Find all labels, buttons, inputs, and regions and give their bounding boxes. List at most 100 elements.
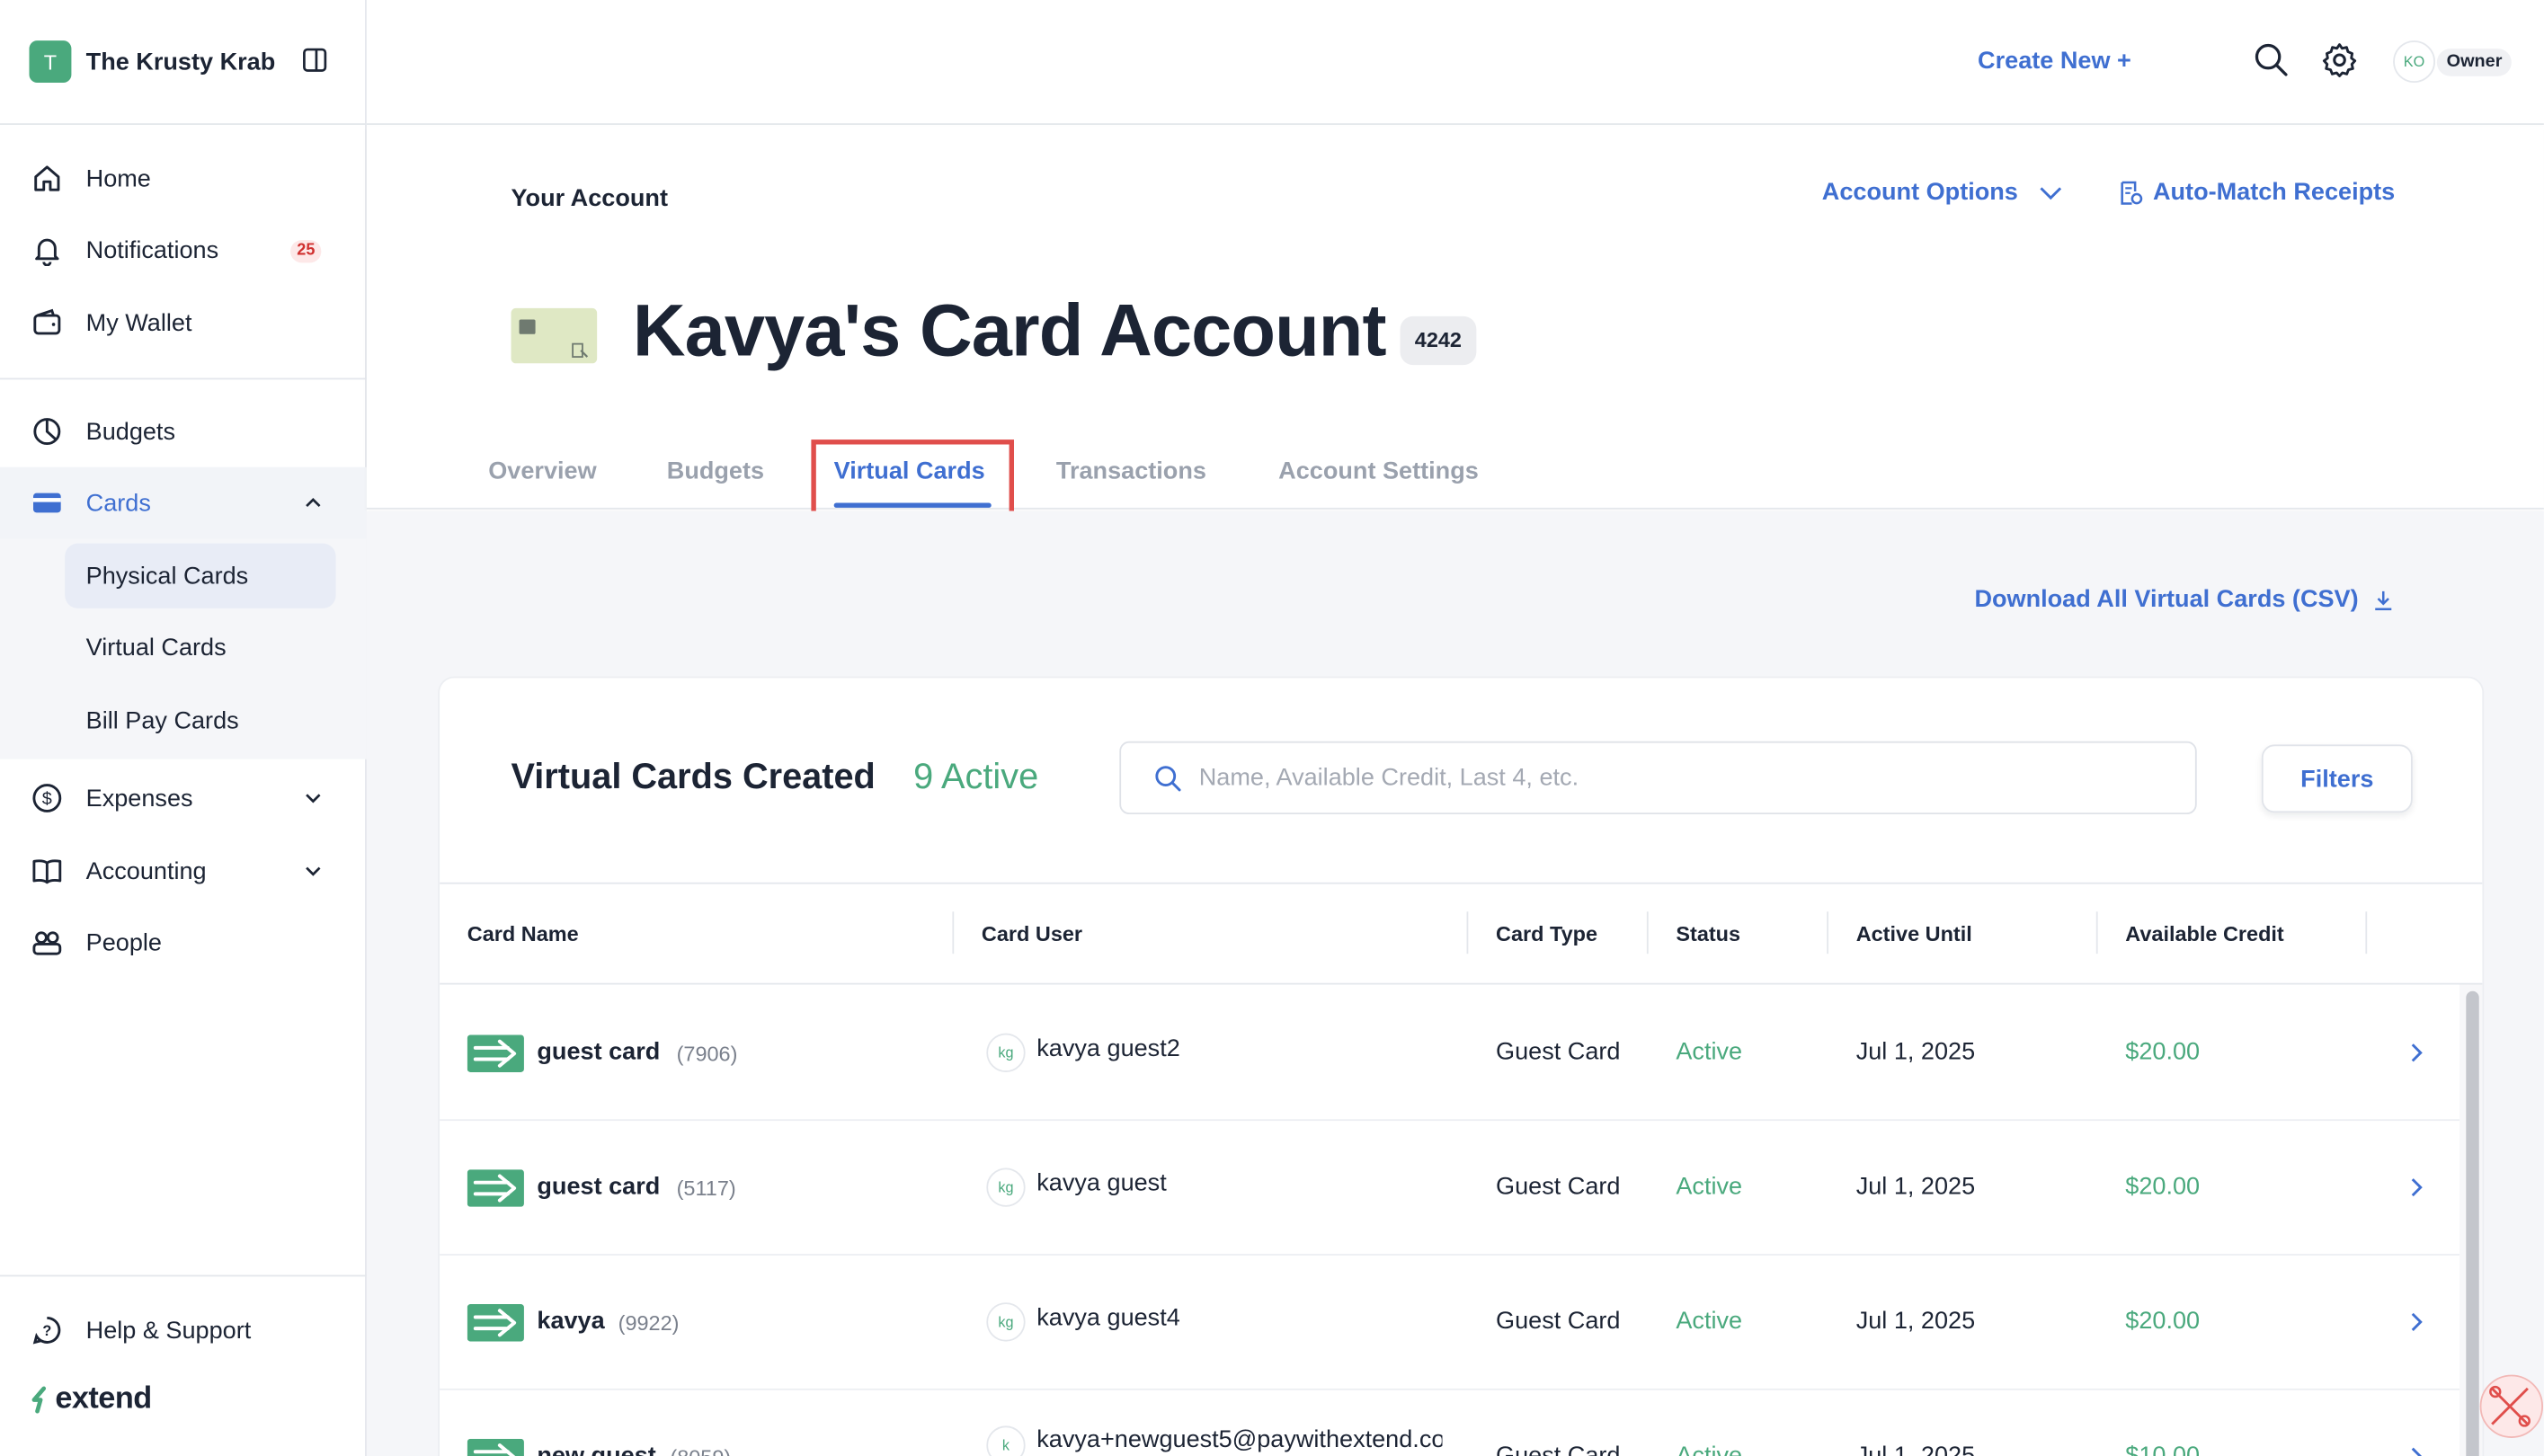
receipt-icon — [2121, 180, 2143, 204]
download-icon — [2374, 590, 2391, 610]
download-csv-link[interactable]: Download All Virtual Cards (CSV) — [1974, 586, 2394, 613]
chevron-down-icon — [2040, 186, 2061, 200]
sidebar-item-cards[interactable]: Cards — [0, 466, 367, 539]
card-name: kavya — [537, 1307, 605, 1336]
create-new-button[interactable]: Create New + — [1978, 47, 2131, 75]
column-header-available-credit[interactable]: Available Credit — [2125, 921, 2283, 946]
sidebar-item-label: My Wallet — [85, 308, 192, 337]
topbar: Create New + KO Owner — [366, 0, 2544, 125]
filters-button[interactable]: Filters — [2261, 744, 2413, 813]
svg-text:$: $ — [42, 789, 52, 809]
active-until: Jul 1, 2025 — [1855, 1038, 1976, 1066]
page-title: Kavya's Card Account — [632, 289, 1387, 372]
sidebar-subitem-physical-cards[interactable]: Physical Cards — [65, 543, 336, 608]
card-last4: (8059) — [670, 1445, 731, 1456]
auto-match-receipts-button[interactable]: Auto-Match Receipts — [2119, 178, 2396, 207]
sidebar-item-my-wallet[interactable]: My Wallet — [0, 287, 367, 358]
sidebar-item-expenses[interactable]: $ Expenses — [0, 762, 367, 833]
wallet-icon — [29, 305, 65, 341]
available-credit: $20.00 — [2125, 1172, 2201, 1201]
home-icon — [29, 161, 65, 197]
chevron-right-icon[interactable] — [2406, 1175, 2426, 1201]
auto-match-label: Auto-Match Receipts — [2152, 178, 2396, 207]
search-icon[interactable] — [2254, 42, 2290, 78]
chevron-down-icon — [306, 794, 321, 803]
scrollbar-thumb[interactable] — [2466, 990, 2479, 1456]
column-header-active-until[interactable]: Active Until — [1856, 921, 1972, 946]
dev-tools-icon[interactable] — [2479, 1363, 2544, 1456]
column-header-card-type[interactable]: Card Type — [1496, 921, 1597, 946]
card-type: Guest Card — [1496, 1038, 1620, 1066]
table-row[interactable]: guest card (7906) kg kavya guest2 Guest … — [440, 986, 2460, 1122]
column-divider — [952, 911, 955, 954]
search-icon — [1155, 766, 1181, 792]
table-row[interactable]: kavya (9922) kg kavya guest4 Guest Card … — [440, 1256, 2460, 1390]
column-divider — [1827, 911, 1829, 954]
available-credit: $10.00 — [2125, 1442, 2201, 1456]
sidebar-item-label: People — [85, 928, 162, 956]
card-image — [511, 307, 598, 364]
user-avatar: kg — [986, 1167, 1026, 1207]
card-last4: (9922) — [618, 1310, 680, 1336]
brand-name: extend — [55, 1381, 152, 1416]
org-switcher[interactable]: T The Krusty Krab — [29, 40, 275, 84]
sidebar: T The Krusty Krab Home Notifications 25 … — [0, 0, 367, 1456]
sidebar-toggle-icon[interactable] — [302, 47, 328, 73]
chevron-right-icon[interactable] — [2406, 1443, 2426, 1456]
account-options-dropdown[interactable]: Account Options — [1821, 178, 2064, 207]
table-row[interactable]: guest card (5117) kg kavya guest Guest C… — [440, 1121, 2460, 1256]
sidebar-subitem-bill-pay-cards[interactable]: Bill Pay Cards — [65, 688, 335, 752]
column-header-card-user[interactable]: Card User — [982, 921, 1082, 946]
card-name: guest card — [537, 1172, 661, 1201]
card-name: new guest — [537, 1442, 656, 1456]
sidebar-divider — [0, 123, 367, 125]
chevron-right-icon[interactable] — [2406, 1040, 2426, 1066]
sidebar-item-people[interactable]: People — [0, 907, 367, 978]
card-name: guest card — [537, 1038, 661, 1066]
sidebar-subitem-virtual-cards[interactable]: Virtual Cards — [65, 615, 335, 679]
card-user: kavya+newguest5@paywithextend.com — [1036, 1425, 1443, 1454]
column-header-status[interactable]: Status — [1676, 921, 1740, 946]
user-avatar[interactable]: KO — [2393, 40, 2436, 84]
card-user: kavya guest2 — [1036, 1034, 1180, 1063]
table-row[interactable]: new guest (8059) k kavya+newguest5@paywi… — [440, 1390, 2459, 1456]
sidebar-item-accounting[interactable]: Accounting — [0, 835, 367, 906]
virtual-cards-panel: Virtual Cards Created 9 Active Filters C… — [438, 676, 2485, 1456]
column-header-card-name[interactable]: Card Name — [467, 921, 579, 946]
column-divider — [2095, 911, 2098, 954]
sidebar-item-home[interactable]: Home — [0, 143, 367, 214]
user-avatar: k — [986, 1425, 1026, 1456]
sidebar-divider — [0, 1274, 367, 1277]
sidebar-item-budgets[interactable]: Budgets — [0, 395, 367, 466]
gear-icon[interactable] — [2320, 40, 2359, 79]
user-avatar: kg — [986, 1033, 1026, 1072]
chevron-right-icon[interactable] — [2406, 1309, 2426, 1335]
card-status: Active — [1676, 1307, 1743, 1336]
active-until: Jul 1, 2025 — [1855, 1442, 1976, 1456]
breadcrumb[interactable]: Your Account — [511, 185, 668, 213]
table-header: Card Name Card User Card Type Status Act… — [440, 882, 2483, 985]
bell-icon — [29, 232, 65, 268]
account-options-label: Account Options — [1821, 178, 2018, 207]
user-avatar: kg — [986, 1302, 1026, 1342]
column-divider — [1466, 911, 1469, 954]
pie-chart-icon — [29, 413, 65, 449]
book-icon — [29, 853, 65, 889]
virtual-card-icon — [467, 1034, 524, 1072]
account-last4-badge: 4242 — [1400, 315, 1477, 366]
active-until: Jul 1, 2025 — [1855, 1307, 1976, 1336]
card-logo-icon — [572, 342, 589, 358]
tab-overview[interactable]: Overview — [488, 457, 596, 485]
sidebar-item-label: Cards — [85, 489, 151, 517]
search-input[interactable] — [1198, 742, 2173, 813]
active-count: 9 Active — [913, 756, 1039, 797]
card-search-field[interactable] — [1119, 741, 2197, 815]
tab-account-settings[interactable]: Account Settings — [1278, 457, 1479, 485]
column-divider — [1646, 911, 1649, 954]
tab-transactions[interactable]: Transactions — [1056, 457, 1206, 485]
sidebar-item-help-support[interactable]: ? Help & Support — [0, 1294, 367, 1365]
column-divider — [2365, 911, 2368, 954]
notification-count-badge: 25 — [290, 240, 322, 263]
dollar-icon: $ — [29, 780, 65, 816]
tab-budgets[interactable]: Budgets — [667, 457, 764, 485]
